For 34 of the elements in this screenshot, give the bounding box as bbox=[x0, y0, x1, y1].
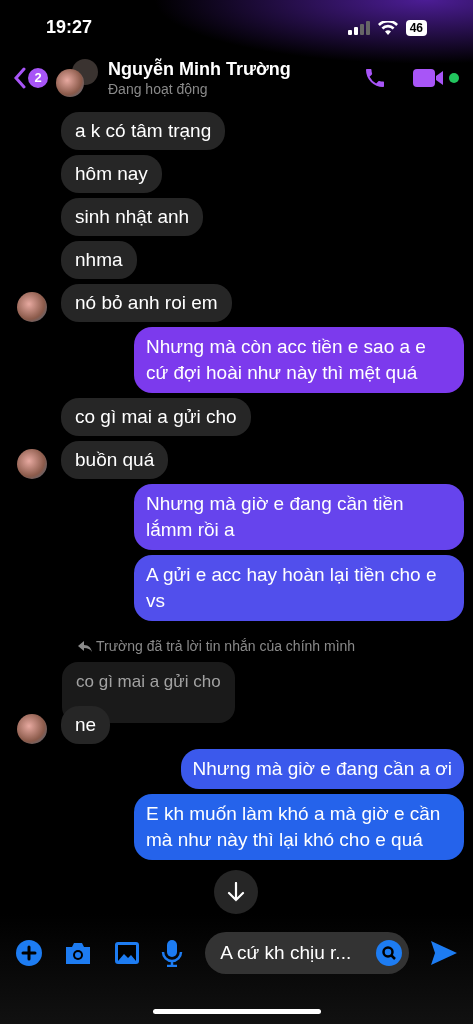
message-bubble: a k có tâm trạng bbox=[61, 112, 226, 150]
search-icon[interactable] bbox=[376, 940, 403, 966]
camera-icon[interactable] bbox=[63, 941, 92, 965]
message-bubble: E kh muốn làm khó a mà giờ e cần mà như này thì lại khó cho e quá bbox=[134, 793, 464, 860]
message-bubble: A gửi e acc hay hoàn lại tiền cho e vs bbox=[134, 555, 464, 621]
reply-icon bbox=[78, 640, 92, 653]
contact-name: Nguyễn Minh Trường bbox=[108, 57, 292, 80]
image-icon[interactable] bbox=[113, 941, 140, 965]
battery-indicator: 46 bbox=[405, 19, 427, 36]
arrow-down-icon bbox=[227, 882, 245, 902]
message-bubble: co gì mai a gửi cho bbox=[61, 398, 251, 436]
microphone-icon[interactable] bbox=[161, 939, 184, 967]
scroll-down-button[interactable] bbox=[214, 870, 258, 914]
message-field[interactable]: A cứ kh chịu r... bbox=[205, 932, 410, 974]
back-button[interactable]: 2 bbox=[14, 66, 48, 89]
message-bubble: ne bbox=[61, 705, 111, 744]
message-bubble: buồn quá bbox=[61, 441, 169, 479]
back-icon bbox=[14, 66, 26, 89]
contact-status: Đang hoạt động bbox=[108, 79, 209, 98]
send-icon[interactable] bbox=[431, 941, 457, 965]
status-time: 19:27 bbox=[46, 16, 93, 39]
group-avatar bbox=[56, 58, 98, 97]
message-bubble: Nhưng mà còn acc tiền e sao a e cứ đợi hoài như này thì mệt quá bbox=[134, 327, 464, 393]
message-bubble: nhma bbox=[61, 241, 137, 279]
message-bubble: nó bỏ anh roi em bbox=[61, 284, 232, 322]
wifi-icon bbox=[377, 20, 398, 35]
plus-icon[interactable] bbox=[16, 940, 42, 966]
message-bubble: Nhưng mà giờ e đang cần a ơi bbox=[180, 748, 464, 789]
message-bubble: sinh nhật anh bbox=[61, 198, 204, 236]
message-bubble: hôm nay bbox=[61, 155, 162, 193]
message-bubble: Nhưng mà giờ e đang cần tiền lắmm rồi a bbox=[134, 484, 464, 550]
reply-note: Trường đã trả lời tin nhắn của chính mình bbox=[96, 637, 356, 656]
unread-badge: 2 bbox=[28, 67, 48, 88]
signal-icon bbox=[347, 20, 370, 35]
